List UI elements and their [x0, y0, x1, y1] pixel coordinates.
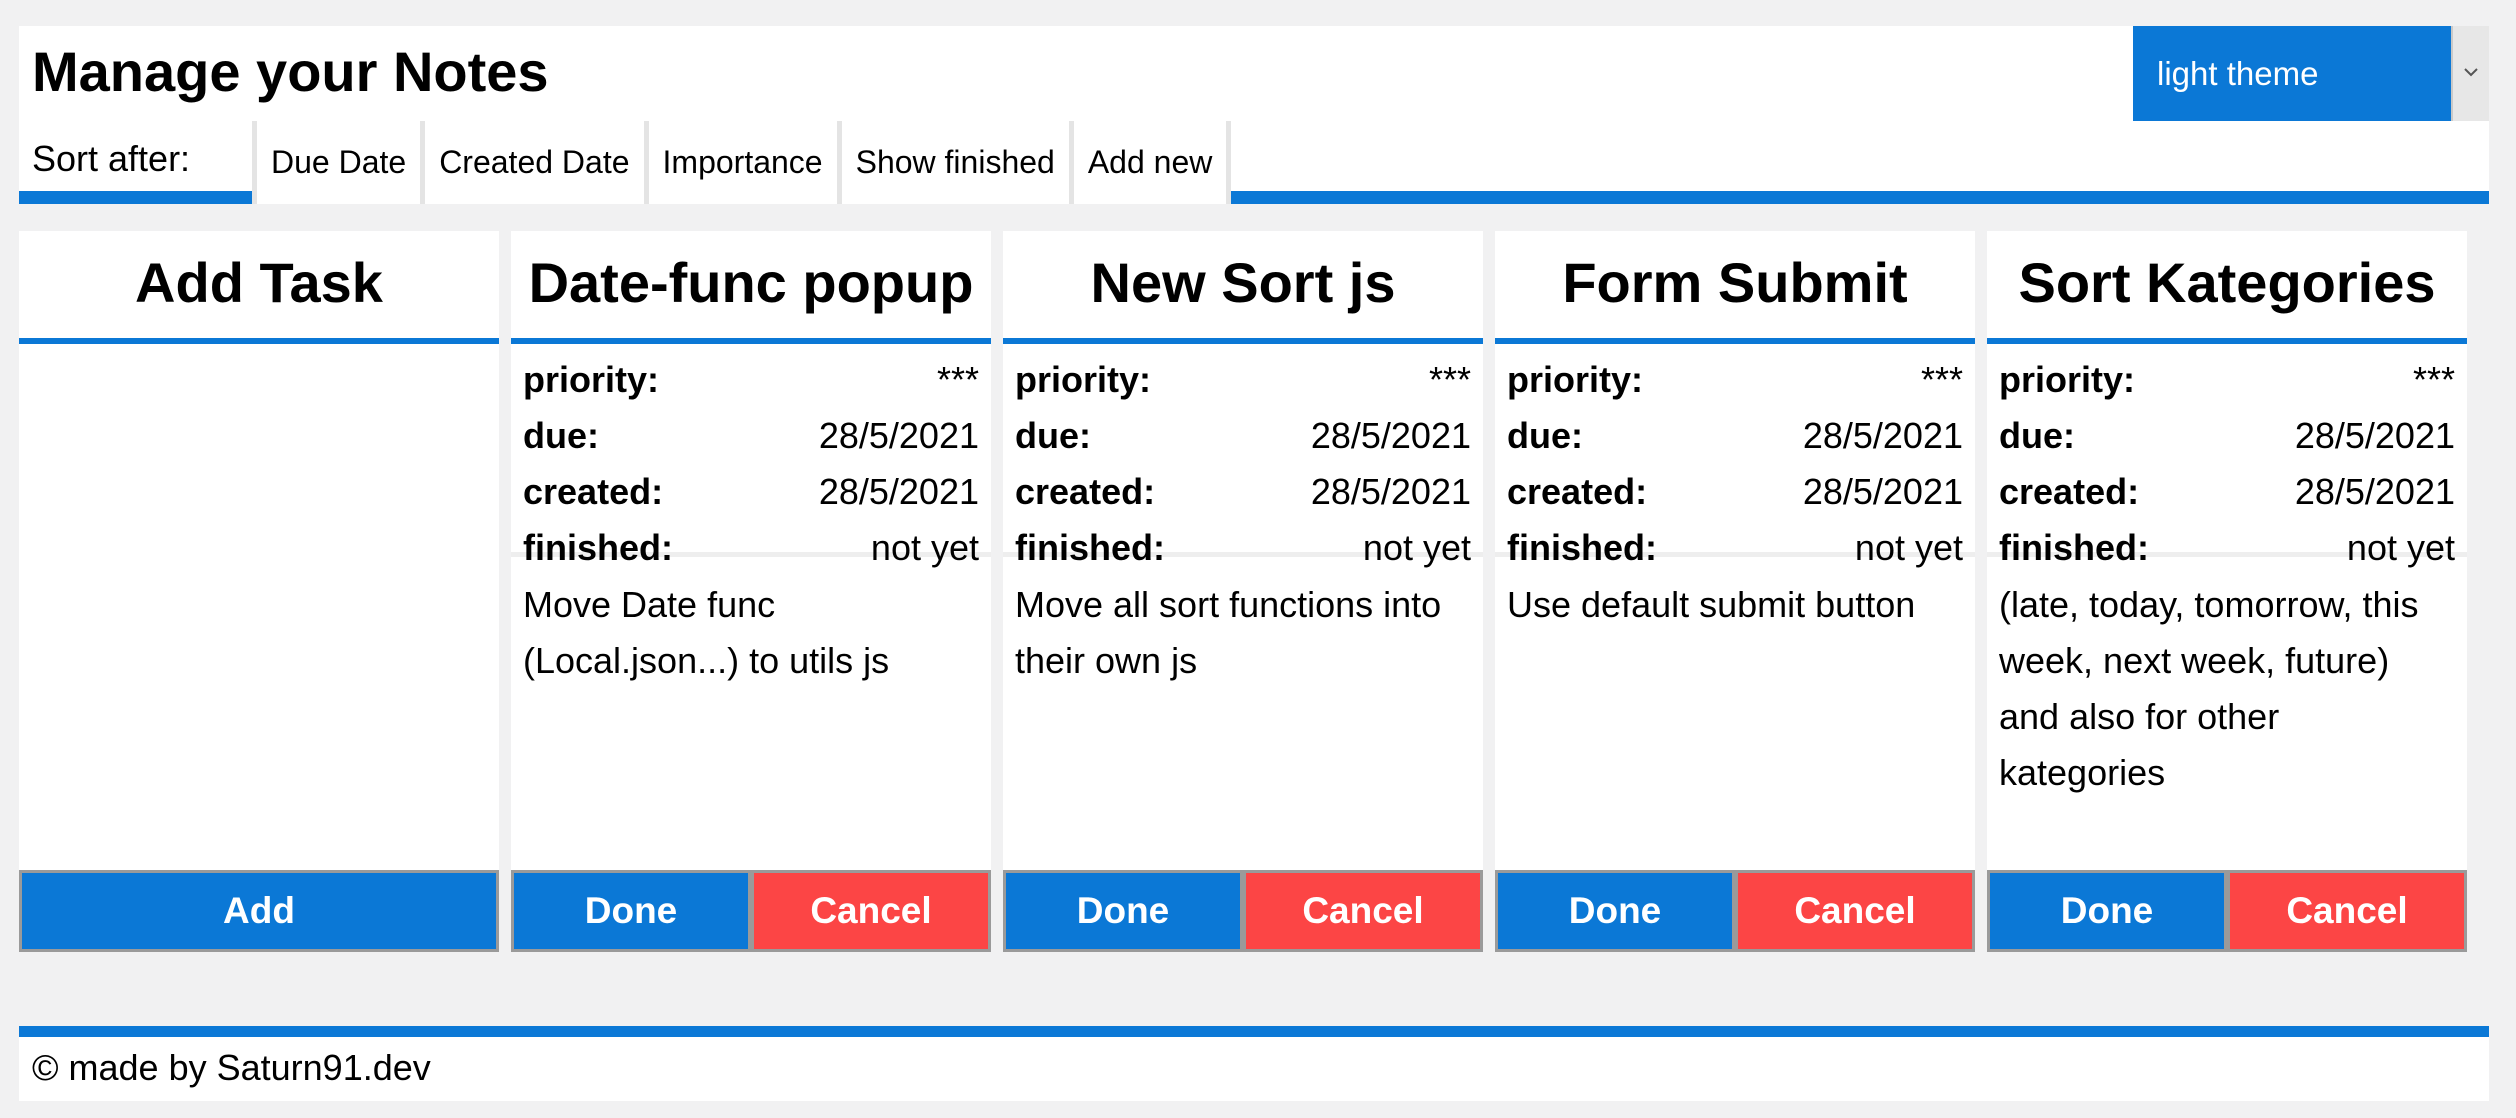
show-finished-button[interactable]: Show finished	[836, 121, 1069, 204]
card-title: Sort Kategories	[1987, 231, 2467, 344]
finished-label: finished:	[1999, 527, 2149, 568]
done-button[interactable]: Done	[1003, 870, 1243, 952]
finished-row: finished: not yet	[1015, 520, 1471, 576]
priority-label: priority:	[523, 359, 660, 400]
created-label: created:	[1507, 471, 1648, 512]
card-description: (late, today, tomorrow, this week, next …	[1999, 584, 2419, 793]
page-title: Manage your Notes	[32, 40, 549, 103]
priority-label: priority:	[1507, 359, 1644, 400]
theme-select-toggle[interactable]	[2451, 26, 2489, 121]
finished-row: finished: not yet	[1999, 520, 2455, 576]
done-button[interactable]: Done	[1495, 870, 1735, 952]
note-card: Form Submit priority: *** due: 28/5/2021…	[1495, 231, 1975, 952]
cancel-button[interactable]: Cancel	[1243, 870, 1483, 952]
priority-value: ***	[2412, 359, 2455, 400]
created-label: created:	[523, 471, 664, 512]
card-description: Move all sort functions into their own j…	[1015, 584, 1442, 681]
sort-label: Sort after:	[32, 138, 191, 179]
finished-value: not yet	[1854, 527, 1963, 568]
finished-value: not yet	[1362, 527, 1471, 568]
add-button[interactable]: Add	[19, 870, 499, 952]
note-card: Date-func popup priority: *** due: 28/5/…	[511, 231, 991, 952]
note-card: Sort Kategories priority: *** due: 28/5/…	[1987, 231, 2467, 952]
done-button[interactable]: Done	[511, 870, 751, 952]
due-row: due: 28/5/2021	[1015, 408, 1471, 464]
theme-select[interactable]: light theme	[2133, 26, 2489, 121]
priority-value: ***	[936, 359, 979, 400]
priority-label: priority:	[1015, 359, 1152, 400]
due-row: due: 28/5/2021	[1507, 408, 1963, 464]
created-row: created: 28/5/2021	[1015, 464, 1471, 520]
due-label: due:	[1015, 415, 1091, 456]
created-value: 28/5/2021	[1310, 471, 1471, 512]
card-meta: priority: *** due: 28/5/2021 created: 28…	[1987, 344, 2467, 568]
theme-select-value: light theme	[2157, 55, 2319, 92]
cancel-button[interactable]: Cancel	[1735, 870, 1975, 952]
priority-row: priority: ***	[1015, 352, 1471, 408]
created-label: created:	[1015, 471, 1156, 512]
card-meta: priority: *** due: 28/5/2021 created: 28…	[1003, 344, 1483, 568]
due-row: due: 28/5/2021	[523, 408, 979, 464]
created-value: 28/5/2021	[2294, 471, 2455, 512]
card-title: Form Submit	[1495, 231, 1975, 344]
priority-value: ***	[1428, 359, 1471, 400]
priority-value: ***	[1920, 359, 1963, 400]
cards-container: Add Task Add Date-func popup priority: *…	[19, 231, 2489, 952]
done-button[interactable]: Done	[1987, 870, 2227, 952]
due-value: 28/5/2021	[818, 415, 979, 456]
due-label: due:	[1999, 415, 2075, 456]
note-card: New Sort js priority: *** due: 28/5/2021…	[1003, 231, 1483, 952]
sort-bar: Due Date Created Date Importance Show fi…	[252, 121, 1232, 204]
due-label: due:	[523, 415, 599, 456]
chevron-down-icon	[2464, 68, 2478, 77]
finished-row: finished: not yet	[1507, 520, 1963, 576]
cancel-button[interactable]: Cancel	[2227, 870, 2467, 952]
header: Manage your Notes light theme Sort after…	[19, 26, 2489, 204]
priority-row: priority: ***	[1507, 352, 1963, 408]
footer: © made by Saturn91.dev	[19, 1026, 2489, 1101]
card-title: Add Task	[19, 231, 499, 344]
due-label: due:	[1507, 415, 1583, 456]
card-meta: priority: *** due: 28/5/2021 created: 28…	[511, 344, 991, 568]
card-description: Move Date func (Local.json...) to utils …	[523, 584, 890, 681]
finished-label: finished:	[1507, 527, 1657, 568]
sort-due-date-button[interactable]: Due Date	[252, 121, 421, 204]
finished-value: not yet	[2346, 527, 2455, 568]
priority-row: priority: ***	[523, 352, 979, 408]
card-title: Date-func popup	[511, 231, 991, 344]
due-row: due: 28/5/2021	[1999, 408, 2455, 464]
card-actions: Done Cancel	[1495, 870, 1975, 952]
add-new-button[interactable]: Add new	[1068, 121, 1232, 204]
finished-label: finished:	[1015, 527, 1165, 568]
priority-row: priority: ***	[1999, 352, 2455, 408]
cancel-button[interactable]: Cancel	[751, 870, 991, 952]
card-title: New Sort js	[1003, 231, 1483, 344]
card-meta: priority: *** due: 28/5/2021 created: 28…	[1495, 344, 1975, 568]
card-actions: Add	[19, 870, 499, 952]
due-value: 28/5/2021	[2294, 415, 2455, 456]
created-value: 28/5/2021	[818, 471, 979, 512]
card-description: Use default submit button	[1507, 584, 1916, 625]
due-value: 28/5/2021	[1310, 415, 1471, 456]
due-value: 28/5/2021	[1802, 415, 1963, 456]
sort-importance-button[interactable]: Importance	[643, 121, 837, 204]
created-row: created: 28/5/2021	[1999, 464, 2455, 520]
app-page: Manage your Notes light theme Sort after…	[19, 26, 2489, 1101]
sort-created-date-button[interactable]: Created Date	[420, 121, 644, 204]
created-row: created: 28/5/2021	[1507, 464, 1963, 520]
finished-label: finished:	[523, 527, 673, 568]
created-row: created: 28/5/2021	[523, 464, 979, 520]
priority-label: priority:	[1999, 359, 2136, 400]
finished-value: not yet	[870, 527, 979, 568]
footer-credit: © made by Saturn91.dev	[32, 1047, 431, 1088]
add-task-card: Add Task Add	[19, 231, 499, 952]
card-actions: Done Cancel	[1003, 870, 1483, 952]
card-actions: Done Cancel	[1987, 870, 2467, 952]
card-actions: Done Cancel	[511, 870, 991, 952]
created-label: created:	[1999, 471, 2140, 512]
finished-row: finished: not yet	[523, 520, 979, 576]
created-value: 28/5/2021	[1802, 471, 1963, 512]
